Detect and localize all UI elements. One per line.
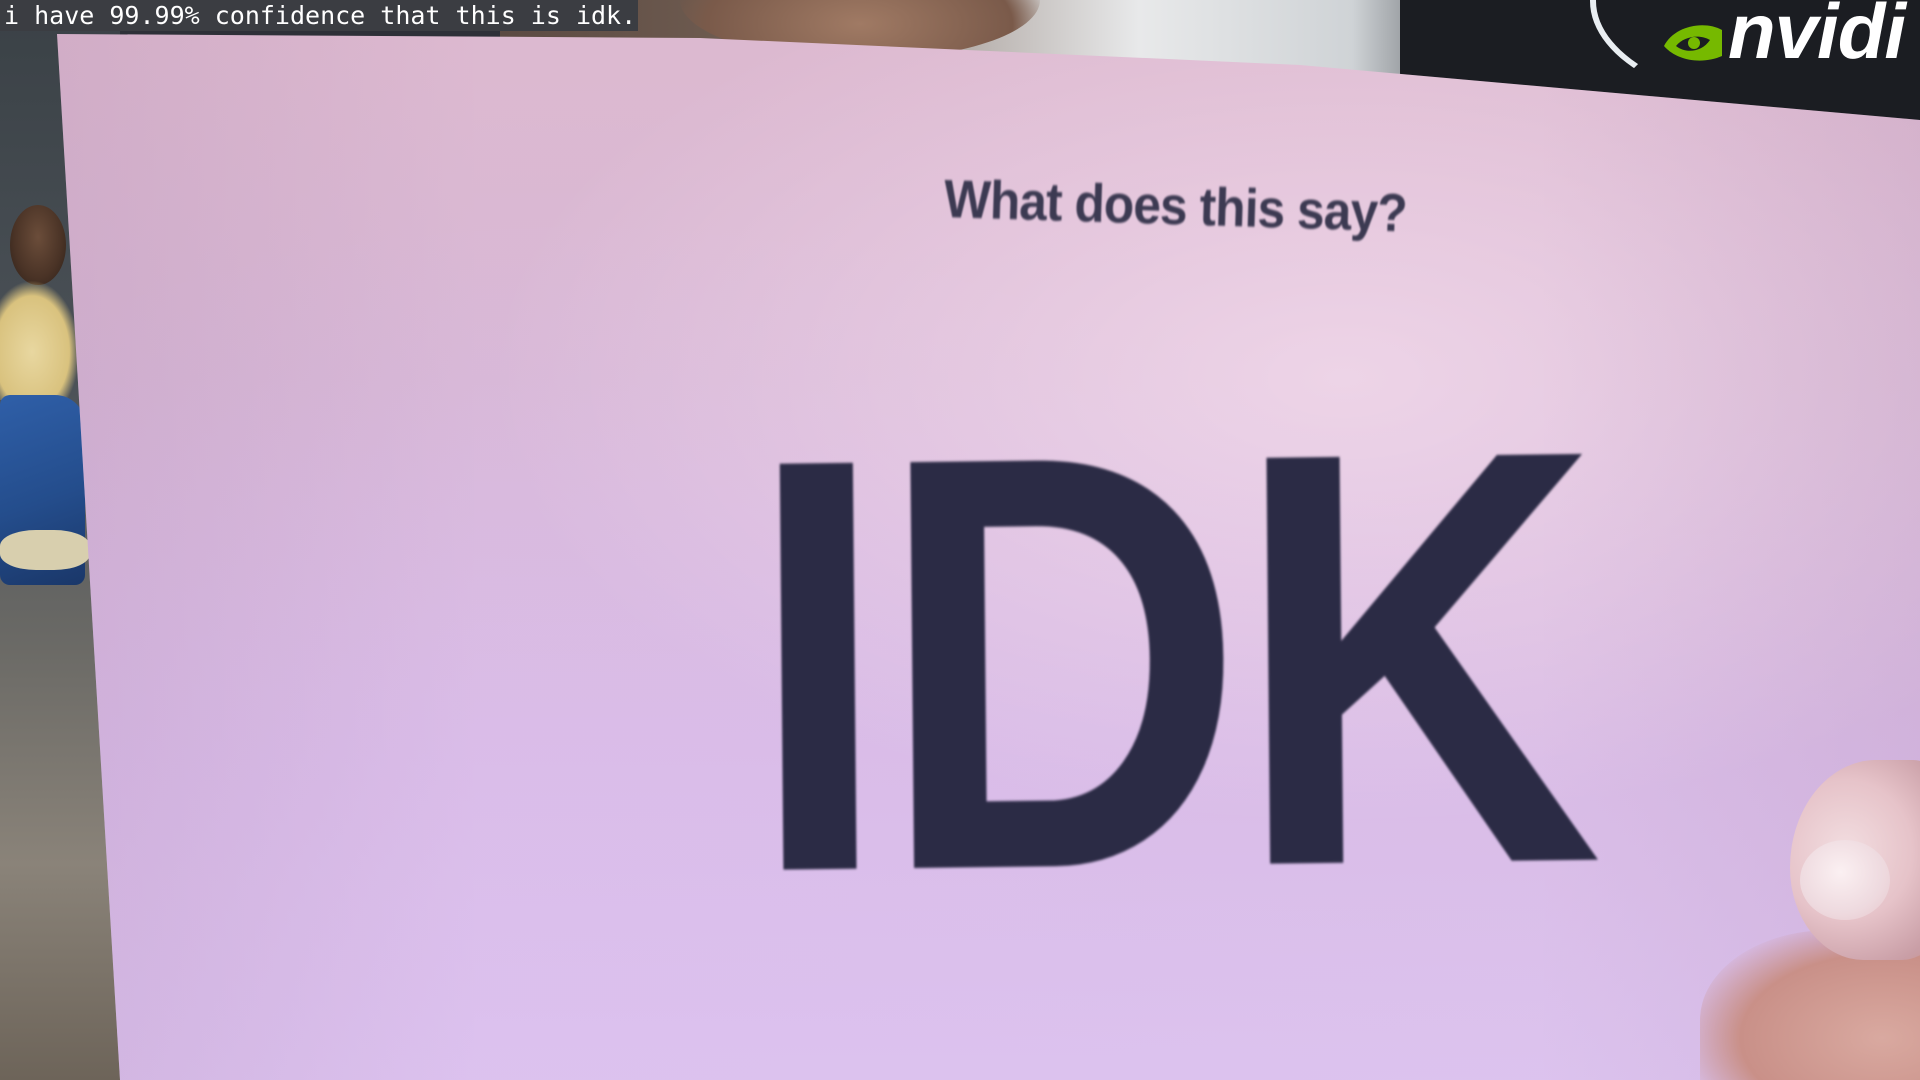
prediction-caption: i have 99.99% confidence that this is id… xyxy=(0,0,639,31)
camera-frame: nvidi What does this say? IDK i have 99.… xyxy=(0,0,1920,1080)
background-person-shirt xyxy=(0,280,80,400)
nvidia-eye-icon xyxy=(1664,25,1722,61)
nvidia-logo-text: nvidi xyxy=(1728,0,1906,75)
background-person-head xyxy=(10,205,66,285)
sign-word: IDK xyxy=(744,326,1594,996)
thumbnail-nail xyxy=(1800,840,1890,920)
round-table xyxy=(0,530,90,570)
